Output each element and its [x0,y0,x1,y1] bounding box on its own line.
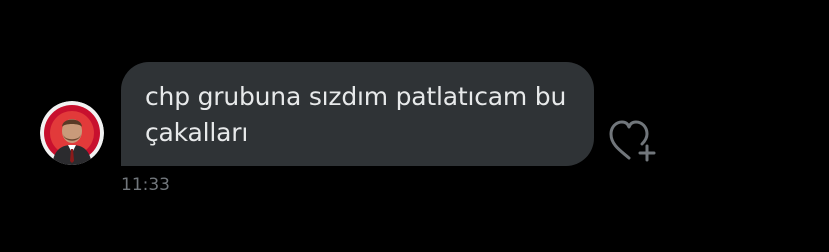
add-reaction-button[interactable] [607,118,659,164]
heart-plus-icon [609,120,656,162]
avatar[interactable] [40,101,104,165]
message-bubble[interactable]: chp grubuna sızdım patlatıcam bu çakalla… [121,62,594,166]
message-timestamp: 11:33 [121,175,170,195]
avatar-image [40,101,104,165]
message-text: chp grubuna sızdım patlatıcam bu çakalla… [145,82,567,147]
